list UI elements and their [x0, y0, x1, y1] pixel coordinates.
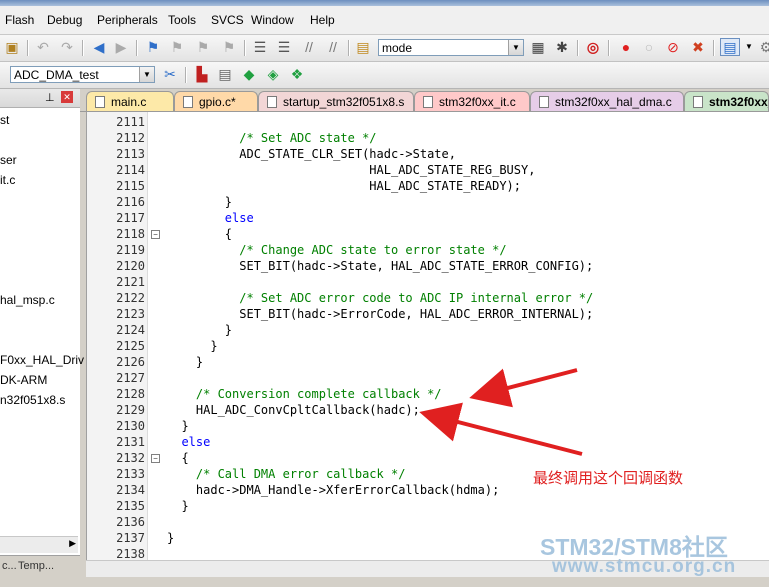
tab-startup-s[interactable]: startup_stm32f051x8.s: [258, 91, 414, 111]
breakpoint-icon[interactable]: ●: [617, 38, 635, 56]
pin-icon[interactable]: ⊥: [45, 91, 55, 104]
settings-icon[interactable]: ⚙: [757, 38, 769, 56]
tab-it-c[interactable]: stm32f0xx_it.c: [414, 91, 530, 111]
menu-svcs[interactable]: SVCS: [211, 13, 244, 27]
select-packs-icon[interactable]: ◈: [264, 65, 282, 83]
find-combo-value: mode: [382, 41, 413, 55]
close-icon[interactable]: ✕: [61, 91, 73, 103]
scroll-right-icon[interactable]: ▶: [69, 538, 76, 549]
prev-bookmark-icon[interactable]: ⚑: [168, 38, 186, 56]
list-item[interactable]: n32f051x8.s: [0, 393, 65, 407]
horizontal-scrollbar[interactable]: ▶: [0, 536, 78, 553]
tab-main-c[interactable]: main.c: [86, 91, 174, 111]
kill-breakpoints-icon[interactable]: ✖: [689, 38, 707, 56]
file-extensions-icon[interactable]: ▤: [216, 65, 234, 83]
target-combo[interactable]: ADC_DMA_test ▼: [10, 66, 155, 83]
find-in-files-icon[interactable]: ▦: [529, 38, 547, 56]
nav-back-icon[interactable]: ◀: [90, 38, 108, 56]
next-bookmark-icon[interactable]: ⚑: [194, 38, 212, 56]
list-item[interactable]: st: [0, 113, 9, 127]
main-toolbar: ▣ ↶ ↷ ◀ ▶ ⚑ ⚑ ⚑ ⚑ ☰ ☰ // // ▤ mode ▼ ▦ ✱…: [0, 35, 769, 62]
editor-tabs: main.c gpio.c* startup_stm32f051x8.s stm…: [80, 89, 769, 112]
code-editor[interactable]: 2111 2112 /* Set ADC state */2113 ADC_STA…: [86, 112, 769, 561]
project-panel-header: ⊥ ✕: [0, 89, 80, 108]
menu-bar: Flash Debug Peripherals Tools SVCS Windo…: [0, 6, 769, 35]
file-icon: [267, 96, 277, 108]
annotation-text: 最终调用这个回调函数: [533, 470, 684, 487]
list-item[interactable]: hal_msp.c: [0, 293, 55, 307]
indent-icon[interactable]: ☰: [251, 38, 269, 56]
clear-bookmarks-icon[interactable]: ⚑: [220, 38, 238, 56]
find-combo[interactable]: mode ▼: [378, 39, 524, 56]
watermark-url: www.stmcu.org.cn: [552, 556, 737, 577]
unindent-icon[interactable]: ☰: [275, 38, 293, 56]
undo-icon[interactable]: ↶: [34, 38, 52, 56]
tab-gpio-c[interactable]: gpio.c*: [174, 91, 258, 111]
uncomment-icon[interactable]: //: [324, 38, 342, 56]
books-tab[interactable]: c...: [2, 560, 17, 572]
menu-help[interactable]: Help: [310, 13, 335, 27]
target-combo-value: ADC_DMA_test: [14, 68, 99, 82]
tab-active-file[interactable]: stm32f0xx_: [684, 91, 769, 111]
paste-icon[interactable]: ▣: [3, 38, 21, 56]
run-time-env-icon[interactable]: ❖: [288, 65, 306, 83]
list-item[interactable]: ser: [0, 153, 17, 167]
menu-window[interactable]: Window: [251, 13, 294, 27]
open-file-icon[interactable]: ▤: [354, 38, 372, 56]
file-icon: [423, 96, 433, 108]
panel-tabs: c... Temp...: [0, 555, 80, 587]
list-item[interactable]: DK-ARM: [0, 373, 47, 387]
file-icon: [183, 96, 193, 108]
file-icon: [95, 96, 105, 108]
ide-window: Flash Debug Peripherals Tools SVCS Windo…: [0, 0, 769, 587]
menu-debug[interactable]: Debug: [47, 13, 82, 27]
disable-all-breakpoints-icon[interactable]: ⊘: [664, 38, 682, 56]
manage-project-icon[interactable]: ▙: [193, 65, 211, 83]
incremental-find-icon[interactable]: ✱: [553, 38, 571, 56]
annotation-arrows: [419, 368, 583, 456]
list-item[interactable]: it.c: [0, 173, 15, 187]
project-panel: ⊥ ✕ st ser it.c hal_msp.c F0xx_HAL_Driv …: [0, 89, 84, 587]
list-item[interactable]: F0xx_HAL_Driv: [0, 353, 84, 367]
disable-breakpoint-icon[interactable]: ○: [640, 38, 658, 56]
build-toolbar: ADC_DMA_test ▼ ✂ ▙ ▤ ◆ ◈ ❖: [0, 62, 769, 89]
manage-packs-icon[interactable]: ◆: [240, 65, 258, 83]
chevron-down-icon[interactable]: ▼: [508, 40, 523, 55]
window-layout-icon[interactable]: ▤: [720, 38, 740, 56]
file-icon: [539, 96, 549, 108]
chevron-down-icon[interactable]: ▼: [740, 38, 758, 56]
bookmark-icon[interactable]: ⚑: [144, 38, 162, 56]
menu-peripherals[interactable]: Peripherals: [97, 13, 158, 27]
chevron-down-icon[interactable]: ▼: [139, 67, 154, 82]
redo-icon[interactable]: ↷: [58, 38, 76, 56]
comment-icon[interactable]: //: [300, 38, 318, 56]
target-options-icon[interactable]: ✂: [161, 65, 179, 83]
file-icon: [693, 96, 703, 108]
templates-tab[interactable]: Temp...: [18, 560, 54, 572]
tab-hal-dma-c[interactable]: stm32f0xx_hal_dma.c: [530, 91, 684, 111]
nav-forward-icon[interactable]: ▶: [112, 38, 130, 56]
arrow-to-comment: [469, 368, 578, 408]
arrow-to-callback: [419, 402, 583, 456]
debug-session-icon[interactable]: ◎: [584, 38, 602, 56]
menu-flash[interactable]: Flash: [5, 13, 34, 27]
menu-tools[interactable]: Tools: [168, 13, 196, 27]
